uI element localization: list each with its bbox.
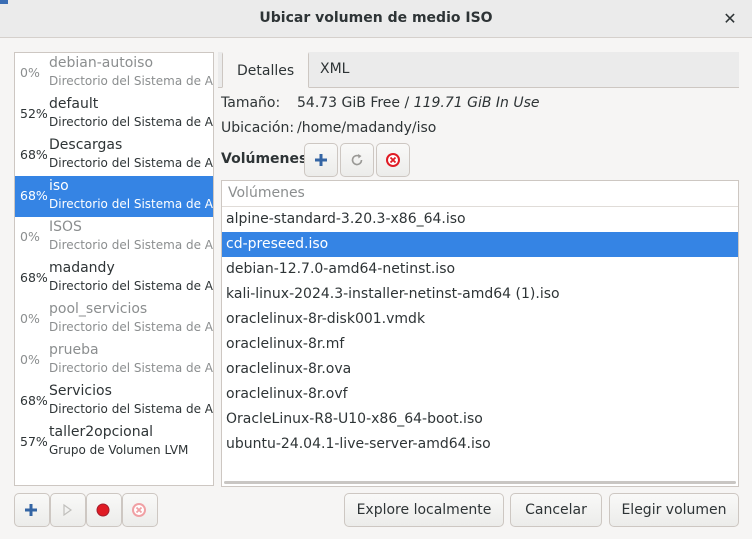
- explore-locally-button[interactable]: Explore localmente: [344, 493, 504, 527]
- pool-name: Descargas: [49, 137, 123, 153]
- play-icon: [63, 503, 73, 517]
- cancel-button[interactable]: Cancelar: [510, 493, 602, 527]
- volume-row[interactable]: ubuntu-24.04.1-live-server-amd64.iso: [222, 432, 738, 457]
- tab-bar: Detalles XML: [218, 52, 739, 88]
- pool-type: Directorio del Sistema de Archivos: [49, 361, 213, 375]
- choose-volume-button[interactable]: Elegir volumen: [609, 493, 739, 527]
- pool-usage: 0%: [20, 311, 40, 326]
- pool-item-madandy[interactable]: 68% madandy Directorio del Sistema de Ar…: [15, 258, 213, 299]
- pool-name: Servicios: [49, 383, 112, 399]
- add-pool-button[interactable]: [14, 493, 50, 527]
- close-icon[interactable]: ✕: [720, 9, 740, 29]
- pool-name: default: [49, 96, 99, 112]
- volume-row-selected[interactable]: cd-preseed.iso: [222, 232, 738, 257]
- volume-column-header[interactable]: Volúmenes: [222, 181, 738, 207]
- delete-icon: [386, 153, 400, 167]
- pool-usage: 57%: [20, 434, 48, 449]
- pool-usage: 68%: [20, 147, 48, 162]
- pool-item-isos[interactable]: 0% ISOS Directorio del Sistema de Archiv…: [15, 217, 213, 258]
- location-label: Ubicación:: [221, 120, 295, 136]
- pool-name: madandy: [49, 260, 115, 276]
- horizontal-scrollbar[interactable]: [224, 481, 736, 484]
- volume-row[interactable]: OracleLinux-R8-U10-x86_64-boot.iso: [222, 407, 738, 432]
- pool-name: taller2opcional: [49, 424, 154, 440]
- delete-icon: [132, 503, 146, 517]
- volume-row[interactable]: alpine-standard-3.20.3-x86_64.iso: [222, 207, 738, 232]
- size-row: Tamaño: 54.73 GiB Free / 119.71 GiB In Us…: [221, 95, 540, 111]
- pool-usage: 0%: [20, 229, 40, 244]
- volume-row[interactable]: kali-linux-2024.3-installer-netinst-amd6…: [222, 282, 738, 307]
- start-pool-button[interactable]: [50, 493, 86, 527]
- volume-row[interactable]: oraclelinux-8r.mf: [222, 332, 738, 357]
- volume-list: Volúmenes alpine-standard-3.20.3-x86_64.…: [221, 180, 739, 487]
- volume-row[interactable]: oraclelinux-8r.ovf: [222, 382, 738, 407]
- pool-name: ISOS: [49, 219, 82, 235]
- pool-usage: 52%: [20, 106, 48, 121]
- title-bar: Ubicar volumen de medio ISO ✕: [0, 0, 752, 38]
- volume-row[interactable]: oraclelinux-8r.ova: [222, 357, 738, 382]
- pool-name: pool_servicios: [49, 301, 148, 317]
- stop-pool-button[interactable]: [86, 493, 122, 527]
- volumes-label: Volúmenes: [221, 151, 308, 167]
- pool-name: debian-autoiso: [49, 55, 154, 71]
- size-label: Tamaño:: [221, 95, 281, 111]
- pool-item-descargas[interactable]: 68% Descargas Directorio del Sistema de …: [15, 135, 213, 176]
- pool-item-debian-autoiso[interactable]: 0% debian-autoiso Directorio del Sistema…: [15, 53, 213, 94]
- pool-type: Directorio del Sistema de Archivos: [49, 74, 213, 88]
- pool-type: Directorio del Sistema de Archivos: [49, 279, 213, 293]
- pool-type: Directorio del Sistema de Archivos: [49, 402, 213, 416]
- size-used: 119.71 GiB In Use: [413, 95, 540, 111]
- pool-type: Directorio del Sistema de Archivos: [49, 115, 213, 129]
- window-title: Ubicar volumen de medio ISO: [259, 10, 493, 26]
- window-corner-accent: [0, 0, 8, 4]
- pool-item-iso[interactable]: 68% iso Directorio del Sistema de Archiv…: [15, 176, 213, 217]
- volume-row[interactable]: oraclelinux-8r-disk001.vmdk: [222, 307, 738, 332]
- pool-usage: 68%: [20, 270, 48, 285]
- pool-type: Directorio del Sistema de Archivos: [49, 320, 213, 334]
- pool-type: Directorio del Sistema de Archivos: [49, 238, 213, 252]
- pool-usage: 68%: [20, 188, 48, 203]
- pool-item-servicios[interactable]: 68% Servicios Directorio del Sistema de …: [15, 381, 213, 422]
- refresh-volumes-button[interactable]: [340, 143, 374, 177]
- pool-type: Directorio del Sistema de Archivos: [49, 197, 213, 211]
- add-volume-button[interactable]: [304, 143, 338, 177]
- pool-item-taller2opcional[interactable]: 57% taller2opcional Grupo de Volumen LVM: [15, 422, 213, 463]
- size-free: 54.73 GiB Free: [297, 95, 401, 111]
- pool-type: Directorio del Sistema de Archivos: [49, 156, 213, 170]
- refresh-icon: [351, 154, 363, 166]
- pool-name: prueba: [49, 342, 99, 358]
- plus-icon: [25, 504, 37, 516]
- tab-xml[interactable]: XML: [306, 52, 363, 88]
- stop-icon: [96, 503, 110, 517]
- location-value: /home/madandy/iso: [297, 120, 437, 136]
- tab-details[interactable]: Detalles: [222, 52, 310, 88]
- pool-item-pool-servicios[interactable]: 0% pool_servicios Directorio del Sistema…: [15, 299, 213, 340]
- pool-usage: 0%: [20, 352, 40, 367]
- delete-pool-button[interactable]: [122, 493, 158, 527]
- pool-item-prueba[interactable]: 0% prueba Directorio del Sistema de Arch…: [15, 340, 213, 381]
- pool-usage: 0%: [20, 65, 40, 80]
- pool-type: Grupo de Volumen LVM: [49, 443, 189, 457]
- volume-row[interactable]: debian-12.7.0-amd64-netinst.iso: [222, 257, 738, 282]
- pool-usage: 68%: [20, 393, 48, 408]
- pool-name: iso: [49, 178, 69, 194]
- pool-item-default[interactable]: 52% default Directorio del Sistema de Ar…: [15, 94, 213, 135]
- delete-volume-button[interactable]: [376, 143, 410, 177]
- location-row: Ubicación:/home/madandy/iso: [221, 120, 436, 136]
- pool-list: 0% debian-autoiso Directorio del Sistema…: [14, 52, 214, 486]
- plus-icon: [315, 154, 327, 166]
- size-separator: /: [400, 95, 414, 111]
